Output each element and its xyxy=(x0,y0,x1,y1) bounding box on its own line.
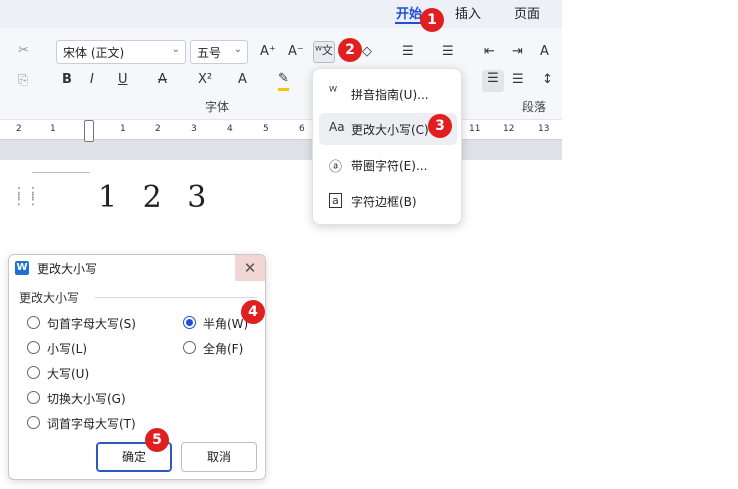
radio-circle xyxy=(27,391,40,404)
grow-font-button[interactable]: A⁺ xyxy=(260,43,276,61)
numbering-icon[interactable]: ☰ xyxy=(442,43,454,61)
close-icon[interactable]: ✕ xyxy=(235,255,265,281)
menu-item-label: 拼音指南(U)... xyxy=(351,88,429,102)
document-text[interactable]: 1 2 3 xyxy=(98,180,214,215)
step-badge-3: 3 xyxy=(428,114,452,138)
highlight-button[interactable]: ✎ xyxy=(278,70,289,91)
line-spacing-icon[interactable]: ↕ xyxy=(542,71,553,89)
clear-format-button[interactable]: ◇ xyxy=(362,43,372,61)
ruler-tick: 12 xyxy=(503,124,515,134)
indent-marker[interactable] xyxy=(84,120,94,142)
ruler-tick: 13 xyxy=(538,124,550,134)
font-size-select[interactable]: 五号 ⌄ xyxy=(190,40,248,64)
group-divider xyxy=(95,297,257,298)
italic-button[interactable]: I xyxy=(90,71,94,89)
bold-button[interactable]: B xyxy=(62,71,72,89)
menu-item-phonetic-guide[interactable]: ᵂ 拼音指南(U)... xyxy=(319,78,457,110)
text-effect-button[interactable]: A xyxy=(238,71,247,89)
step-badge-5: 5 xyxy=(145,428,169,452)
ruler-tick: 5 xyxy=(263,124,269,134)
ribbon-tabs-bar: 开始 插入 页面 xyxy=(0,0,562,28)
radio-label: 小写(L) xyxy=(47,342,88,356)
bullets-icon[interactable]: ☰ xyxy=(402,43,414,61)
radio-label: 切换大小写(G) xyxy=(47,392,126,406)
wps-app-icon: W xyxy=(15,261,29,275)
phonetic-guide-button[interactable]: ᵂ文 xyxy=(313,41,335,63)
ruler: 2 1 1 2 3 4 5 6 11 12 13 xyxy=(0,120,562,160)
radio-label: 句首字母大写(S) xyxy=(47,317,136,331)
radio-circle xyxy=(183,341,196,354)
ruler-tick: 1 xyxy=(120,124,126,134)
char-border-icon: a xyxy=(329,193,342,208)
paragraph-group-label: 段落 xyxy=(522,100,547,114)
menu-item-label: 更改大小写(C) xyxy=(351,123,429,137)
radio-label: 大写(U) xyxy=(47,367,90,381)
ruler-tick: 11 xyxy=(469,124,481,134)
menu-item-label: 带圈字符(E)... xyxy=(351,159,428,173)
radio-circle xyxy=(27,366,40,379)
copy-icon[interactable]: ⎘ xyxy=(18,72,28,90)
font-name-value: 宋体 (正文) xyxy=(63,46,125,60)
pinyin-icon: ᵂ xyxy=(329,85,338,100)
font-group-label: 字体 xyxy=(205,100,230,114)
ruler-tick: 2 xyxy=(16,124,22,134)
decrease-indent-icon[interactable]: ⇤ xyxy=(484,43,495,61)
menu-item-character-border[interactable]: a 字符边框(B) xyxy=(319,185,457,217)
word-app-window: 开始 插入 页面 ✂ ⎘ 宋体 (正文) ⌄ 五号 ⌄ A⁺ A⁻ ᵂ文 ◇ B… xyxy=(0,0,738,489)
tab-page[interactable]: 页面 xyxy=(514,3,540,22)
dialog-title: 更改大小写 xyxy=(37,262,98,276)
active-tab-underline xyxy=(395,22,423,24)
shrink-font-button[interactable]: A⁻ xyxy=(288,43,304,61)
enclosed-char-icon: ⓐ xyxy=(329,160,343,175)
drag-handle-icon[interactable]: ⋮⋮ ⋮⋮ xyxy=(12,186,40,207)
ruler-tick: 2 xyxy=(155,124,161,134)
underline-button[interactable]: U xyxy=(118,71,128,89)
phonetic-dropdown-menu: ᵂ 拼音指南(U)... Aa 更改大小写(C) ⓐ 带圈字符(E)... a … xyxy=(312,68,462,225)
increase-indent-icon[interactable]: ⇥ xyxy=(512,43,523,61)
change-case-icon: Aa xyxy=(329,120,345,134)
menu-item-enclosed-characters[interactable]: ⓐ 带圈字符(E)... xyxy=(319,149,457,181)
chevron-down-icon: ⌄ xyxy=(233,44,242,55)
justify-icon[interactable]: ☰ xyxy=(482,70,504,92)
radio-label: 全角(F) xyxy=(203,342,244,356)
dialog-group-label: 更改大小写 xyxy=(19,291,80,305)
radio-circle xyxy=(27,316,40,329)
font-size-value: 五号 xyxy=(197,46,222,60)
ruler-tick: 6 xyxy=(299,124,305,134)
distributed-icon[interactable]: ☰ xyxy=(512,71,524,89)
radio-label: 词首字母大写(T) xyxy=(47,417,136,431)
change-case-dialog: W 更改大小写 ✕ 更改大小写 句首字母大写(S) 小写(L) 大写(U) 切换… xyxy=(8,254,266,480)
ruler-tick: 4 xyxy=(227,124,233,134)
chevron-down-icon: ⌄ xyxy=(171,44,180,55)
step-badge-1: 1 xyxy=(420,8,444,32)
margin-corner-mark xyxy=(32,172,90,173)
ruler-tick: 1 xyxy=(50,124,56,134)
cut-icon[interactable]: ✂ xyxy=(18,42,29,60)
cancel-button[interactable]: 取消 xyxy=(181,442,257,472)
ribbon-home: ✂ ⎘ 宋体 (正文) ⌄ 五号 ⌄ A⁺ A⁻ ᵂ文 ◇ B I U A X²… xyxy=(0,28,562,120)
radio-circle xyxy=(27,416,40,429)
radio-circle xyxy=(27,341,40,354)
radio-circle-selected xyxy=(183,316,196,329)
strikethrough-button[interactable]: A xyxy=(158,71,167,89)
superscript-button[interactable]: X² xyxy=(198,71,212,89)
step-badge-4: 4 xyxy=(241,300,265,324)
text-direction-icon[interactable]: A xyxy=(540,43,549,61)
tab-insert[interactable]: 插入 xyxy=(455,3,481,22)
dialog-titlebar[interactable]: W 更改大小写 ✕ xyxy=(9,255,265,281)
menu-item-label: 字符边框(B) xyxy=(351,195,417,209)
step-badge-2: 2 xyxy=(338,38,362,62)
tab-home[interactable]: 开始 xyxy=(396,3,422,22)
font-name-select[interactable]: 宋体 (正文) ⌄ xyxy=(56,40,186,64)
ruler-tick: 3 xyxy=(191,124,197,134)
